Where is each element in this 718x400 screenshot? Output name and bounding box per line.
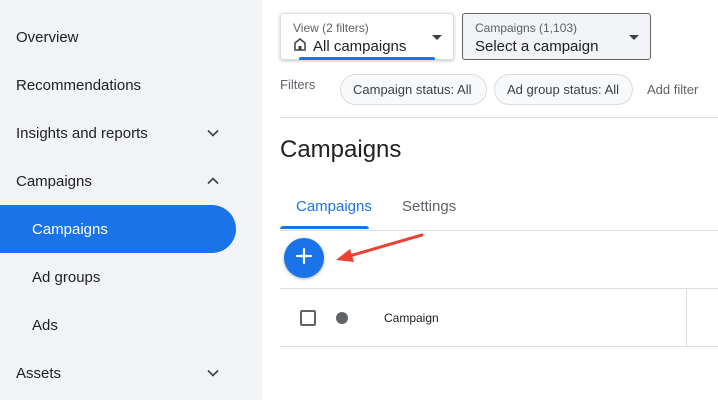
nav-item-ads[interactable]: Ads — [0, 301, 236, 349]
nav-item-label: Overview — [16, 28, 79, 46]
add-campaign-button[interactable] — [284, 238, 324, 278]
view-dropdown[interactable]: View (2 filters) All campaigns — [280, 13, 454, 60]
nav-item-label: Campaigns — [32, 220, 108, 238]
nav-item-ad-groups[interactable]: Ad groups — [0, 253, 236, 301]
column-header-campaign[interactable]: Campaign — [384, 311, 439, 325]
nav-item-campaigns[interactable]: Campaigns — [0, 205, 236, 253]
chevron-down-icon — [432, 35, 442, 40]
filters-label: Filters — [280, 77, 316, 92]
nav-item-label: Campaigns — [16, 172, 92, 190]
filter-chip-ad-group-status[interactable]: Ad group status: All — [494, 74, 633, 105]
nav-item-label: Ads — [32, 316, 58, 334]
annotation-arrow — [336, 233, 424, 262]
nav-item-recommendations[interactable]: Recommendations — [0, 61, 236, 109]
nav-item-label: Ad groups — [32, 268, 101, 286]
column-divider[interactable] — [686, 289, 687, 346]
status-dot-icon — [336, 312, 348, 324]
main-content: View (2 filters) All campaigns Campaigns… — [262, 0, 718, 400]
page-title: Campaigns — [280, 136, 402, 163]
add-filter-button[interactable]: Add filter — [647, 82, 698, 97]
nav-item-label: Recommendations — [16, 76, 142, 94]
view-dropdown-caption: View (2 filters) — [293, 21, 369, 35]
chip-label: Ad group status: All — [507, 82, 620, 97]
nav-item-insights-and-reports[interactable]: Insights and reports — [0, 109, 236, 157]
nav-item-assets[interactable]: Assets — [0, 349, 236, 397]
tab-settings[interactable]: Settings — [402, 198, 456, 215]
chevron-down-icon[interactable] — [206, 366, 220, 380]
chevron-down-icon — [629, 35, 639, 40]
plus-icon — [295, 247, 313, 270]
campaign-selector-dropdown[interactable]: Campaigns (1,103) Select a campaign — [462, 13, 651, 60]
active-underline — [299, 57, 435, 60]
tab-campaigns[interactable]: Campaigns — [296, 198, 372, 215]
tab-active-indicator — [280, 226, 369, 229]
campaign-selector-value: Select a campaign — [475, 38, 599, 55]
campaign-selector-caption: Campaigns (1,103) — [475, 21, 578, 35]
divider — [280, 117, 718, 118]
chevron-up-icon[interactable] — [206, 174, 220, 188]
nav-item-campaigns-group[interactable]: Campaigns — [0, 157, 236, 205]
filter-chip-campaign-status[interactable]: Campaign status: All — [340, 74, 487, 105]
table-header: Campaign — [280, 288, 718, 347]
nav-item-overview[interactable]: Overview — [0, 13, 236, 61]
nav-item-label: Assets — [16, 364, 62, 382]
select-all-checkbox[interactable] — [300, 310, 316, 326]
chevron-down-icon[interactable] — [206, 126, 220, 140]
chip-label: Campaign status: All — [353, 82, 472, 97]
nav-item-label: Insights and reports — [16, 124, 148, 142]
view-dropdown-value: All campaigns — [313, 38, 407, 55]
home-icon — [293, 37, 307, 57]
sidebar: Overview Recommendations Insights and re… — [0, 0, 262, 400]
